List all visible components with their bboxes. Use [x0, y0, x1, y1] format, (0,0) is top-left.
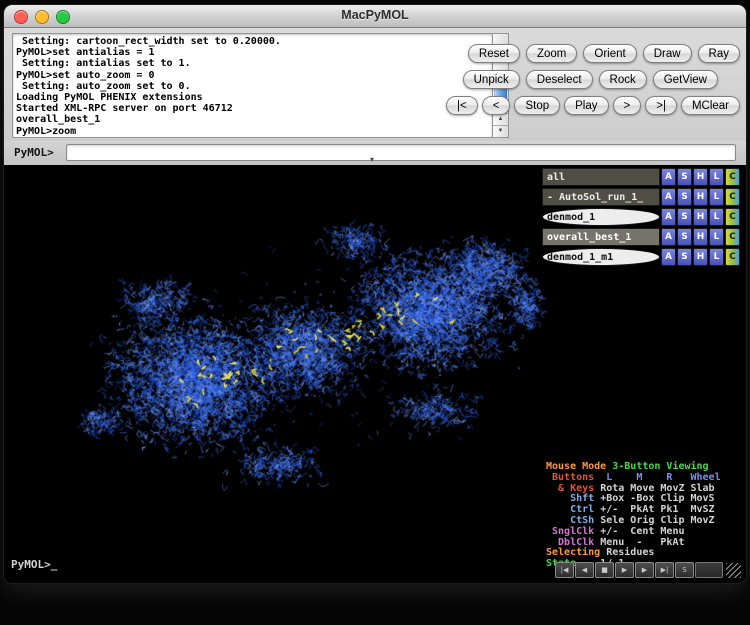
- toolbar-row-1: Reset Zoom Orient Draw Ray: [468, 44, 740, 63]
- object-l-menu-button[interactable]: L: [709, 248, 724, 266]
- object-panel: allASHLC- AutoSol_run_1_ASHLCdenmod_1ASH…: [542, 168, 740, 268]
- object-a-menu-button[interactable]: A: [661, 248, 676, 266]
- object-h-menu-button[interactable]: H: [693, 228, 708, 246]
- object-a-menu-button[interactable]: A: [661, 188, 676, 206]
- object-name-button[interactable]: denmod_1_m1: [542, 248, 660, 266]
- object-l-menu-button[interactable]: L: [709, 228, 724, 246]
- resize-grip-icon[interactable]: [726, 563, 741, 578]
- object-l-menu-button[interactable]: L: [709, 208, 724, 226]
- movie-rewind-button[interactable]: |◀: [555, 562, 574, 578]
- object-row: denmod_1ASHLC: [542, 208, 740, 226]
- mouse-panel[interactable]: Mouse Mode 3-Button Viewing Buttons L M …: [546, 461, 738, 569]
- object-s-menu-button[interactable]: S: [677, 188, 692, 206]
- get-view-button[interactable]: GetView: [653, 70, 718, 89]
- 3d-viewport[interactable]: PyMOL>_ allASHLC- AutoSol_run_1_ASHLCden…: [6, 165, 744, 581]
- mouse-panel-line[interactable]: CtSh Sele Orig Clip MovZ: [546, 515, 738, 526]
- movie-prev-button[interactable]: <: [482, 96, 511, 115]
- viewport-prompt: PyMOL>_: [11, 558, 57, 571]
- window-title: MacPyMOL: [4, 8, 746, 22]
- movie-next-button[interactable]: >: [613, 96, 642, 115]
- movie-first-button[interactable]: |<: [446, 96, 478, 115]
- movie-control-bar: |◀◀■▶▶▶|S: [555, 562, 741, 578]
- object-s-menu-button[interactable]: S: [677, 208, 692, 226]
- object-s-menu-button[interactable]: S: [677, 168, 692, 186]
- mouse-panel-line[interactable]: Buttons L M R Wheel: [546, 472, 738, 483]
- object-h-menu-button[interactable]: H: [693, 208, 708, 226]
- unpick-button[interactable]: Unpick: [463, 70, 520, 89]
- object-name-button[interactable]: overall_best_1: [542, 228, 660, 246]
- title-bar[interactable]: MacPyMOL: [4, 5, 746, 28]
- object-l-menu-button[interactable]: L: [709, 188, 724, 206]
- object-row: denmod_1_m1ASHLC: [542, 248, 740, 266]
- movie-buttons: |◀◀■▶▶▶|S: [555, 562, 694, 578]
- console-log[interactable]: Setting: cartoon_rect_width set to 0.200…: [12, 33, 493, 138]
- object-h-menu-button[interactable]: H: [693, 188, 708, 206]
- object-row: allASHLC: [542, 168, 740, 186]
- object-row: - AutoSol_run_1_ASHLC: [542, 188, 740, 206]
- ray-button[interactable]: Ray: [698, 44, 740, 63]
- orient-button[interactable]: Orient: [583, 44, 636, 63]
- scroll-down-arrow-icon[interactable]: ▼: [493, 125, 508, 137]
- movie-step-back-button[interactable]: ◀: [575, 562, 594, 578]
- electron-density-mesh[interactable]: [6, 165, 558, 569]
- object-row: overall_best_1ASHLC: [542, 228, 740, 246]
- movie-last-button[interactable]: >|: [645, 96, 677, 115]
- rock-button[interactable]: Rock: [599, 70, 647, 89]
- reset-button[interactable]: Reset: [468, 44, 520, 63]
- movie-play-button[interactable]: Play: [564, 96, 608, 115]
- movie-frame-indicator[interactable]: [695, 562, 723, 578]
- object-h-menu-button[interactable]: H: [693, 168, 708, 186]
- mouse-panel-line[interactable]: & Keys Rota Move MovZ Slab: [546, 483, 738, 494]
- object-s-menu-button[interactable]: S: [677, 248, 692, 266]
- object-name-button[interactable]: all: [542, 168, 660, 186]
- deselect-button[interactable]: Deselect: [526, 70, 593, 89]
- object-a-menu-button[interactable]: A: [661, 168, 676, 186]
- movie-play-button[interactable]: ▶: [615, 562, 634, 578]
- command-prompt-label: PyMOL>: [14, 146, 54, 159]
- object-c-menu-button[interactable]: C: [725, 188, 740, 206]
- movie-s-toggle-button[interactable]: S: [675, 562, 694, 578]
- object-s-menu-button[interactable]: S: [677, 228, 692, 246]
- scrollbar-arrows: ▲ ▼: [493, 113, 508, 137]
- mclear-button[interactable]: MClear: [681, 96, 740, 115]
- movie-stop-button[interactable]: Stop: [514, 96, 560, 115]
- object-a-menu-button[interactable]: A: [661, 228, 676, 246]
- mouse-panel-line[interactable]: Mouse Mode 3-Button Viewing: [546, 461, 738, 472]
- object-c-menu-button[interactable]: C: [725, 228, 740, 246]
- macpymol-window: MacPyMOL Setting: cartoon_rect_width set…: [4, 5, 746, 583]
- movie-step-forward-button[interactable]: ▶: [635, 562, 654, 578]
- object-name-button[interactable]: - AutoSol_run_1_: [542, 188, 660, 206]
- object-c-menu-button[interactable]: C: [725, 168, 740, 186]
- mouse-panel-line[interactable]: DblClk Menu - PkAt: [546, 537, 738, 548]
- splitter-handle[interactable]: ▾: [370, 155, 374, 165]
- object-l-menu-button[interactable]: L: [709, 168, 724, 186]
- toolbar-row-3: |<<StopPlay >>|MClear: [446, 96, 740, 115]
- movie-stop-button[interactable]: ■: [595, 562, 614, 578]
- mouse-panel-line[interactable]: Shft +Box -Box Clip MovS: [546, 493, 738, 504]
- mouse-panel-line[interactable]: Ctrl +/- PkAt Pk1 MvSZ: [546, 504, 738, 515]
- command-row: PyMOL>: [4, 141, 746, 165]
- draw-button[interactable]: Draw: [643, 44, 692, 63]
- object-a-menu-button[interactable]: A: [661, 208, 676, 226]
- toolbar-row-2: Unpick Deselect Rock GetView: [463, 70, 718, 89]
- object-h-menu-button[interactable]: H: [693, 248, 708, 266]
- object-c-menu-button[interactable]: C: [725, 248, 740, 266]
- mouse-panel-line[interactable]: SnglClk +/- Cent Menu: [546, 526, 738, 537]
- zoom-button[interactable]: Zoom: [526, 44, 577, 63]
- object-c-menu-button[interactable]: C: [725, 208, 740, 226]
- object-name-button[interactable]: denmod_1: [542, 208, 660, 226]
- movie-end-button[interactable]: ▶|: [655, 562, 674, 578]
- mouse-panel-line[interactable]: Selecting Residues: [546, 547, 738, 558]
- command-input[interactable]: [66, 144, 736, 161]
